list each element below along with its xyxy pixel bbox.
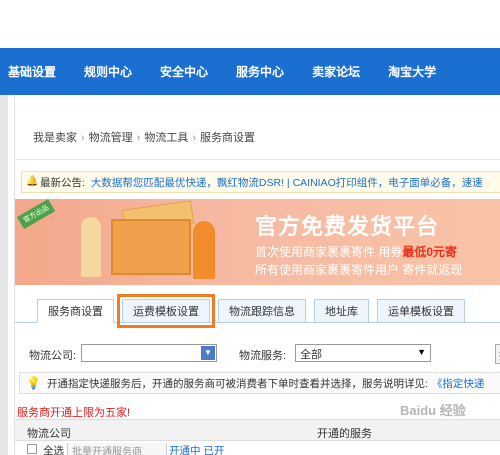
breadcrumb-separator: › — [136, 132, 141, 144]
nav-security-center[interactable]: 安全中心 — [160, 63, 208, 80]
banner-line-1: 首次使用商家裹裹寄件 用券最低0元寄 — [255, 243, 457, 260]
breadcrumb-current: 服务商设置 — [200, 132, 256, 144]
announcement-links[interactable]: 大数据帮您匹配最优快递，飘红物流DSR! | CAINIAO打印组件，电子面单必… — [91, 175, 483, 190]
watermark: Baidu 经验 — [400, 403, 466, 418]
top-nav-bar: 基础设置 规则中心 安全中心 服务中心 卖家论坛 淘宝大学 — [0, 48, 500, 95]
select-all-label: 全选 — [43, 445, 64, 455]
nav-rules-center[interactable]: 规则中心 — [84, 63, 132, 80]
select-all-checkbox[interactable] — [27, 444, 37, 454]
tab-bar: 服务商设置 运费模板设置 物流跟踪信息 地址库 运单模板设置 — [37, 294, 473, 328]
column-header-company: 物流公司 — [27, 428, 71, 440]
breadcrumb-item[interactable]: 我是卖家 — [33, 132, 77, 144]
tab-shipping-template-settings[interactable]: 运费模板设置 — [117, 294, 215, 328]
nav-taobao-university[interactable]: 淘宝大学 — [388, 63, 436, 80]
announcement-label: 最新公告: — [40, 176, 85, 189]
banner-line-1-text: 首次使用商家裹裹寄件 用券 — [255, 245, 403, 259]
banner-highlight: 最低0元寄 — [402, 245, 458, 259]
parcel-box-illustration — [111, 219, 191, 275]
info-tip: 💡 开通指定快递服务后，开通的服务商可被消费者下单时查看并选择，服务说明详见: … — [19, 372, 500, 394]
banner-line-2: 所有使用商家裹裹寄件用户 寄件就返现 — [255, 263, 463, 277]
limit-notice: 服务商开通上限为五家! — [17, 407, 131, 419]
tip-link[interactable]: 《指定快递 — [432, 376, 485, 391]
tab-address-book[interactable]: 地址库 — [314, 299, 369, 323]
banner-title: 官方免费发货平台 — [255, 214, 440, 239]
person-illustration — [81, 217, 101, 277]
service-label: 物流服务: — [239, 350, 287, 362]
company-select[interactable]: ▼ — [81, 344, 217, 362]
service-select-value: 全部 — [300, 349, 322, 361]
breadcrumb-separator: › — [81, 132, 85, 144]
lightbulb-icon: 💡 — [26, 376, 41, 390]
nav-basic-settings[interactable]: 基础设置 — [8, 63, 56, 80]
tip-text: 开通指定快递服务后，开通的服务商可被消费者下单时查看并选择，服务说明详见: — [46, 377, 428, 390]
breadcrumb-separator: › — [192, 132, 197, 144]
company-label: 物流公司: — [29, 350, 77, 362]
breadcrumb-item[interactable]: 物流管理 — [89, 132, 133, 144]
promo-banner[interactable]: 官方出品 官方免费发货平台 首次使用商家裹裹寄件 用券最低0元寄 所有使用商家裹… — [15, 199, 500, 285]
tab-service-provider-settings[interactable]: 服务商设置 — [37, 299, 114, 323]
announcement-bar: 🔔 最新公告: 大数据帮您匹配最优快递，飘红物流DSR! | CAINIAO打印… — [21, 171, 500, 193]
search-button[interactable]: 搜 — [495, 344, 500, 364]
chevron-down-icon: ▼ — [417, 347, 426, 357]
breadcrumb-item[interactable]: 物流工具 — [144, 132, 188, 144]
tab-waybill-template-settings[interactable]: 运单模板设置 — [377, 299, 465, 323]
left-sidebar-edge — [0, 95, 8, 455]
batch-open-button[interactable]: 批量开通服务商 — [67, 443, 167, 455]
service-select[interactable]: 全部 ▼ — [295, 344, 431, 362]
divider — [15, 159, 500, 160]
nav-service-center[interactable]: 服务中心 — [236, 63, 284, 80]
person-illustration — [193, 221, 215, 279]
tab-logistics-tracking[interactable]: 物流跟踪信息 — [218, 299, 306, 323]
ribbon-badge: 官方出品 — [17, 199, 56, 230]
bell-icon: 🔔 — [26, 176, 39, 187]
table-row: 全选 批量开通服务商 开通中 已开 — [15, 443, 500, 455]
breadcrumb: 我是卖家 › 物流管理 › 物流工具 › 服务商设置 — [33, 129, 255, 145]
status-link[interactable]: 开通中 已开 — [169, 443, 224, 455]
chevron-down-icon: ▼ — [201, 346, 215, 360]
filter-row: 物流公司: ▼ 物流服务: 全部 ▼ 搜 — [25, 344, 500, 364]
nav-seller-forum[interactable]: 卖家论坛 — [312, 63, 360, 80]
column-header-services: 开通的服务 — [317, 428, 372, 440]
